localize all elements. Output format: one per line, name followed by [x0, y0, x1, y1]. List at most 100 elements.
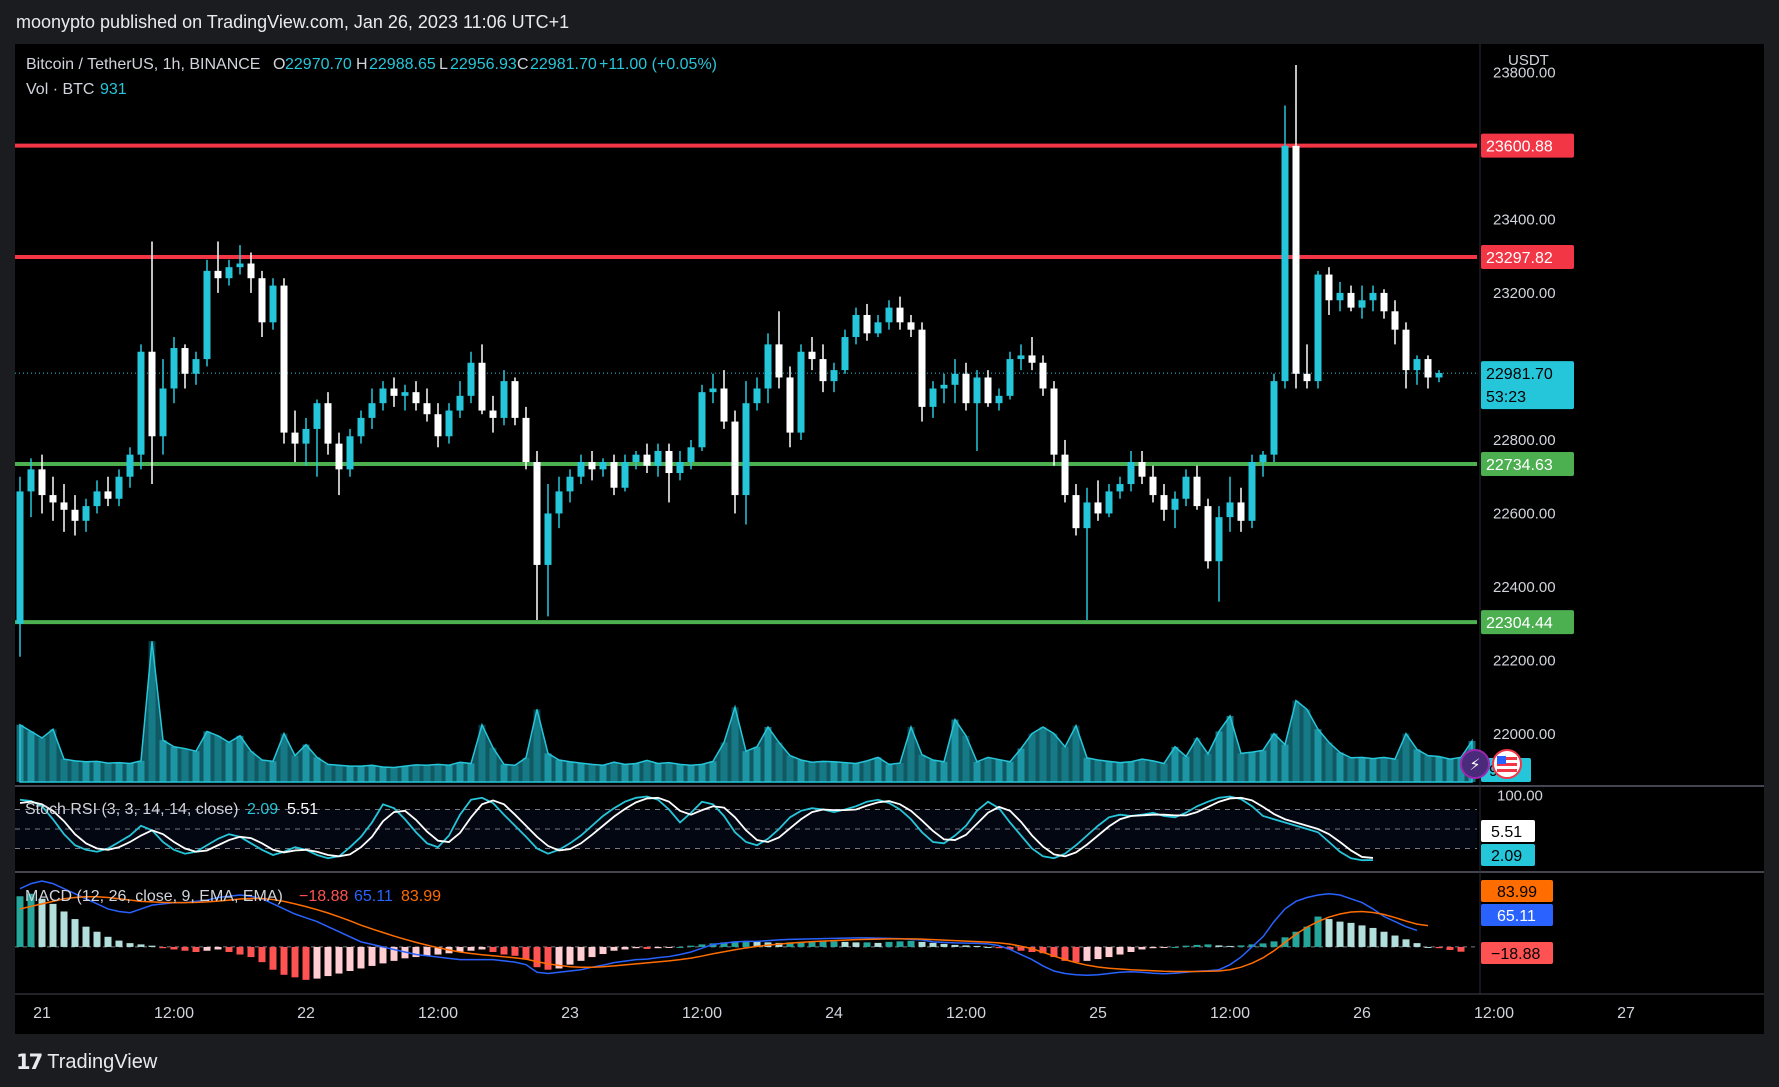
symbol-legend[interactable]: Bitcoin / TetherUS, 1h, BINANCE O 22970.…: [26, 56, 717, 98]
candle[interactable]: [1226, 476, 1234, 532]
candle[interactable]: [962, 362, 970, 411]
time-axis[interactable]: 21 12:00 22 12:00 23 12:00 24 12:00 25 12:00 26 12:…: [33, 1005, 1635, 1022]
candle[interactable]: [60, 484, 68, 532]
candle[interactable]: [291, 410, 299, 462]
candle[interactable]: [1413, 355, 1421, 385]
candle[interactable]: [984, 370, 992, 407]
candle[interactable]: [786, 366, 794, 448]
candle[interactable]: [654, 443, 662, 477]
macd-legend[interactable]: MACD (12, 26, close, 9, EMA, EMA) −18.88…: [25, 888, 441, 905]
candle[interactable]: [643, 443, 651, 474]
candle[interactable]: [159, 359, 167, 455]
candle[interactable]: [555, 476, 563, 529]
candle[interactable]: [335, 432, 343, 496]
candle[interactable]: [973, 370, 981, 451]
candle[interactable]: [764, 333, 772, 404]
candle[interactable]: [1083, 487, 1091, 621]
candle[interactable]: [566, 469, 574, 503]
candle[interactable]: [577, 454, 585, 485]
candle[interactable]: [1303, 344, 1311, 389]
candle[interactable]: [588, 450, 596, 481]
candle[interactable]: [1050, 381, 1058, 466]
candle[interactable]: [885, 300, 893, 330]
candle[interactable]: [753, 377, 761, 411]
candle[interactable]: [456, 381, 464, 418]
candle[interactable]: [1006, 351, 1014, 400]
candle[interactable]: [49, 476, 57, 521]
candle[interactable]: [874, 314, 882, 338]
candle[interactable]: [522, 406, 530, 470]
candle[interactable]: [621, 454, 629, 492]
candle[interactable]: [434, 403, 442, 448]
candle[interactable]: [1171, 491, 1179, 529]
candle[interactable]: [1248, 454, 1256, 529]
candle[interactable]: [511, 377, 519, 426]
candle[interactable]: [1028, 337, 1036, 371]
candle[interactable]: [830, 362, 838, 393]
candle[interactable]: [423, 388, 431, 422]
candle[interactable]: [1292, 65, 1300, 389]
candle[interactable]: [676, 450, 684, 481]
candle[interactable]: [775, 311, 783, 389]
candle[interactable]: [907, 314, 915, 338]
candle[interactable]: [544, 484, 552, 617]
candle[interactable]: [148, 241, 156, 485]
candle[interactable]: [1402, 322, 1410, 389]
candle[interactable]: [599, 458, 607, 477]
candle[interactable]: [1039, 355, 1047, 396]
candle[interactable]: [27, 458, 35, 518]
candle[interactable]: [71, 495, 79, 536]
candle[interactable]: [346, 428, 354, 477]
candle[interactable]: [82, 498, 90, 532]
candle[interactable]: [1160, 484, 1168, 521]
candle[interactable]: [841, 329, 849, 374]
candle[interactable]: [1369, 285, 1377, 312]
candle[interactable]: [1391, 300, 1399, 345]
candle[interactable]: [1072, 484, 1080, 536]
candle[interactable]: [1138, 450, 1146, 485]
candle[interactable]: [93, 480, 101, 514]
candle[interactable]: [390, 377, 398, 407]
candle[interactable]: [1358, 285, 1366, 319]
candle[interactable]: [1281, 105, 1289, 389]
candle[interactable]: [126, 447, 134, 488]
candle[interactable]: [1237, 487, 1245, 532]
candle[interactable]: [896, 296, 904, 330]
candle[interactable]: [500, 370, 508, 426]
candle[interactable]: [918, 322, 926, 422]
candle[interactable]: [445, 403, 453, 444]
candle[interactable]: [863, 303, 871, 341]
candle[interactable]: [236, 245, 244, 275]
candle[interactable]: [225, 259, 233, 286]
candle[interactable]: [533, 450, 541, 621]
candle[interactable]: [1204, 498, 1212, 569]
candle[interactable]: [412, 381, 420, 411]
candle[interactable]: [632, 450, 640, 470]
candle[interactable]: [1435, 370, 1443, 383]
candle[interactable]: [467, 351, 475, 404]
candle[interactable]: [1116, 476, 1124, 499]
candle[interactable]: [1193, 465, 1201, 510]
candle[interactable]: [1424, 355, 1432, 389]
candle[interactable]: [203, 259, 211, 367]
candle[interactable]: [709, 373, 717, 404]
candle[interactable]: [357, 410, 365, 444]
candle[interactable]: [1347, 285, 1355, 312]
candle-series[interactable]: [16, 65, 1443, 657]
candle[interactable]: [170, 337, 178, 404]
candle[interactable]: [808, 337, 816, 371]
candle[interactable]: [258, 270, 266, 338]
candle[interactable]: [214, 241, 222, 293]
candle[interactable]: [280, 278, 288, 444]
candle[interactable]: [940, 373, 948, 404]
candle[interactable]: [104, 476, 112, 507]
candle[interactable]: [192, 351, 200, 385]
candle[interactable]: [1314, 270, 1322, 389]
stoch-legend[interactable]: Stoch RSI (3, 3, 14, 14, close) 2.09 5.5…: [25, 801, 318, 818]
chart-canvas[interactable]: 22000.00 22200.00 22400.00 22600.00 22800.00…: [15, 44, 1764, 1034]
candle[interactable]: [742, 381, 750, 525]
candle[interactable]: [324, 392, 332, 455]
candle[interactable]: [929, 381, 937, 418]
candle[interactable]: [665, 443, 673, 503]
candle[interactable]: [379, 381, 387, 411]
